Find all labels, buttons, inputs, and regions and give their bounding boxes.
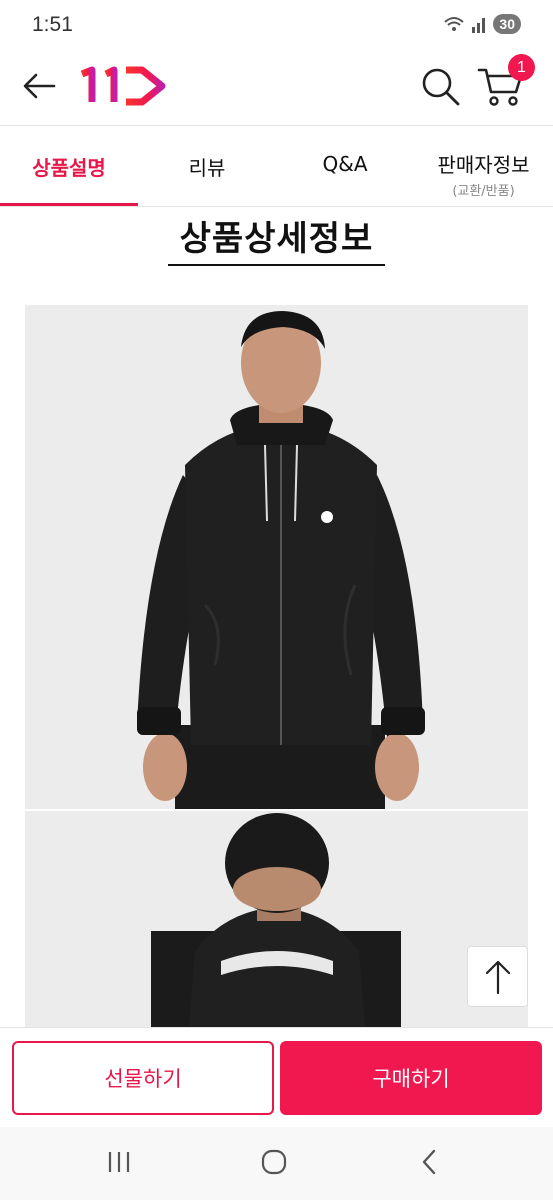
- tab-sublabel: (교환/반품): [452, 184, 515, 199]
- jacket-back-photo: [25, 811, 528, 1027]
- title-underline: [168, 264, 385, 266]
- recent-apps-button[interactable]: [97, 1145, 141, 1179]
- back-arrow-icon: [23, 73, 56, 99]
- product-detail-content: 상품상세정보: [0, 207, 553, 1027]
- tab-seller-info[interactable]: 판매자정보 (교환/반품): [414, 127, 553, 207]
- tab-qna[interactable]: Q&A: [276, 127, 414, 207]
- home-icon: [261, 1149, 287, 1175]
- system-navigation-bar: [0, 1127, 553, 1200]
- signal-icon: [472, 18, 486, 33]
- status-bar: 1:51 30: [0, 0, 553, 50]
- back-button[interactable]: [18, 66, 62, 106]
- arrow-up-icon: [485, 960, 510, 994]
- tab-bar: 상품설명 리뷰 Q&A 판매자정보 (교환/반품): [0, 127, 553, 207]
- buy-button[interactable]: 구매하기: [280, 1041, 542, 1115]
- tab-label: 판매자정보: [437, 153, 530, 177]
- tab-label: 리뷰: [188, 156, 226, 180]
- active-tab-indicator: [0, 203, 138, 206]
- system-back-button[interactable]: [408, 1145, 452, 1179]
- logo[interactable]: [78, 64, 168, 108]
- status-icons: 30: [443, 14, 521, 34]
- cart-count-badge: 1: [508, 54, 535, 81]
- tab-label: 상품설명: [32, 156, 106, 180]
- battery-icon: 30: [493, 14, 521, 34]
- tab-reviews[interactable]: 리뷰: [138, 127, 276, 207]
- purchase-action-bar: 선물하기 구매하기: [0, 1027, 553, 1127]
- jacket-front-photo: [25, 305, 528, 809]
- home-button[interactable]: [252, 1145, 296, 1179]
- section-title: 상품상세정보: [179, 219, 374, 259]
- app-header: [0, 50, 553, 126]
- gift-button[interactable]: 선물하기: [12, 1041, 274, 1115]
- recent-apps-icon: [108, 1152, 130, 1172]
- search-button[interactable]: [418, 64, 462, 108]
- search-icon: [422, 68, 460, 106]
- scroll-to-top-button[interactable]: [467, 946, 528, 1007]
- tab-label: Q&A: [322, 152, 368, 176]
- wifi-icon: [444, 17, 465, 31]
- back-icon: [422, 1149, 436, 1175]
- tab-product-description[interactable]: 상품설명: [0, 127, 138, 207]
- status-time: 1:51: [32, 13, 73, 36]
